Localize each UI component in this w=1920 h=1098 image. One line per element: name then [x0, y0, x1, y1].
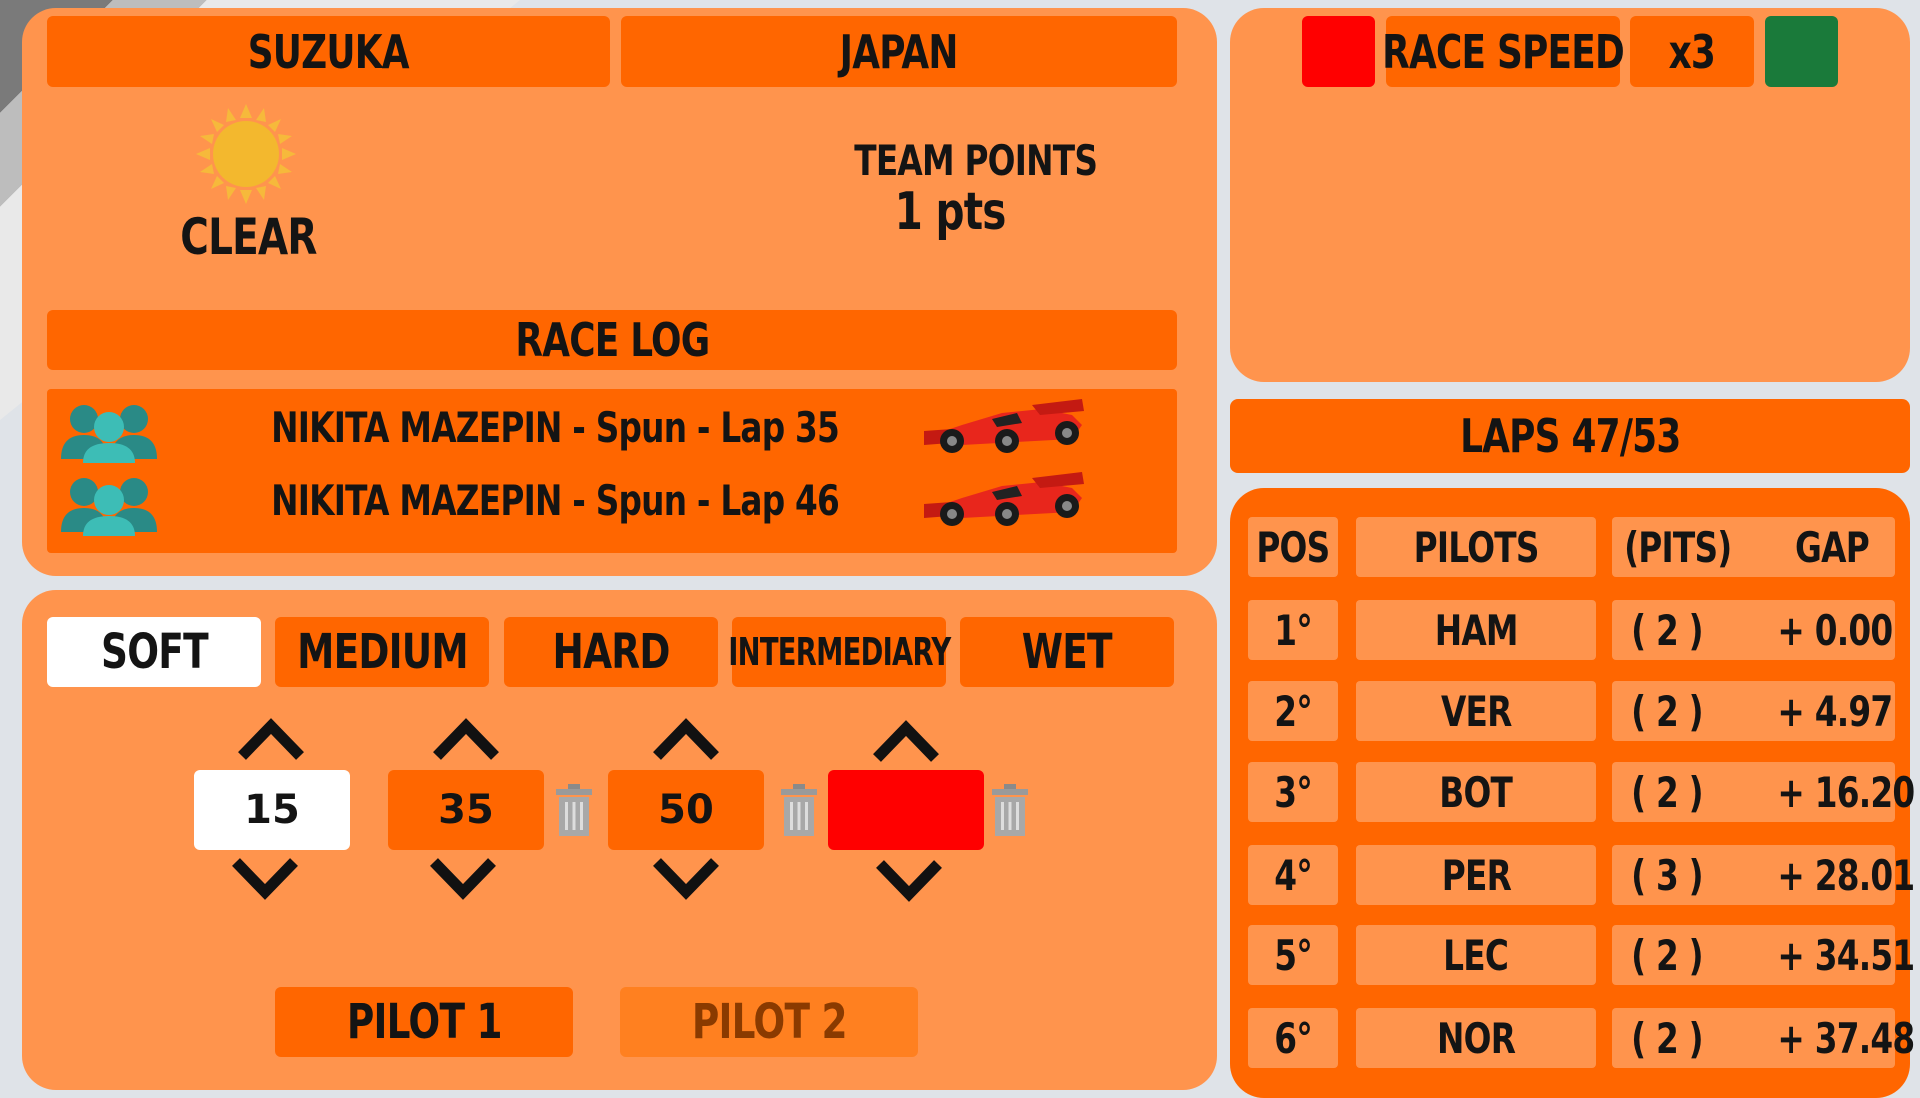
standing-gap: + 16.20	[1777, 767, 1915, 817]
stint-3-up-arrow-icon[interactable]	[651, 716, 721, 760]
standing-pos: 4°	[1248, 845, 1338, 905]
standing-pits-gap: ( 3 ) + 28.01	[1612, 845, 1915, 905]
log-entry-text: NIKITA MAZEPIN - Spun - Lap 46	[271, 476, 840, 525]
standing-pits: ( 2 )	[1631, 930, 1703, 980]
standing-pilot: NOR	[1356, 1008, 1596, 1068]
speed-increase-button[interactable]	[1765, 16, 1838, 87]
stint-2-lap-field[interactable]: 35	[388, 770, 544, 850]
pilot-1-button[interactable]: PILOT 1	[275, 987, 573, 1057]
log-entry-text: NIKITA MAZEPIN - Spun - Lap 35	[271, 403, 840, 452]
standing-gap: + 37.48	[1777, 1013, 1915, 1063]
laps-counter: LAPS 47/53	[1230, 399, 1910, 473]
col-header-pits-gap: (PITS) GAP	[1612, 517, 1895, 577]
stint-3-down-arrow-icon[interactable]	[651, 858, 721, 902]
stint-4-up-arrow-icon[interactable]	[871, 718, 941, 762]
tab-intermediary[interactable]: INTERMEDIARY	[728, 617, 951, 687]
standing-pilot: LEC	[1356, 925, 1596, 985]
tab-wet[interactable]: WET	[960, 617, 1174, 687]
standing-pits: ( 2 )	[1631, 686, 1703, 736]
speed-decrease-button[interactable]	[1302, 16, 1375, 87]
standing-gap: + 0.00	[1777, 605, 1893, 655]
standing-pilot: VER	[1356, 681, 1596, 741]
tab-hard[interactable]: HARD	[504, 617, 718, 687]
stint-4-trash-icon[interactable]	[990, 784, 1030, 836]
stint-4-down-arrow-icon[interactable]	[874, 860, 944, 904]
standing-pits: ( 3 )	[1631, 850, 1703, 900]
tab-soft[interactable]: SOFT	[47, 617, 261, 687]
standing-pits: ( 2 )	[1631, 1013, 1703, 1063]
standing-pilot: PER	[1356, 845, 1596, 905]
standing-pilot: HAM	[1356, 600, 1596, 660]
pilot-2-button[interactable]: PILOT 2	[620, 987, 918, 1057]
weather-label: CLEAR	[179, 208, 317, 266]
standing-gap: + 34.51	[1777, 930, 1915, 980]
stint-3-lap-field[interactable]: 50	[608, 770, 764, 850]
race-log-list: NIKITA MAZEPIN - Spun - Lap 35 NIKITA MA…	[47, 389, 1177, 553]
stint-3-trash-icon[interactable]	[779, 784, 819, 836]
standing-pos: 2°	[1248, 681, 1338, 741]
standing-pits-gap: ( 2 ) + 16.20	[1612, 762, 1915, 822]
race-speed-label: RACE SPEED	[1382, 16, 1625, 87]
list-item: NIKITA MAZEPIN - Spun - Lap 46	[47, 466, 1177, 538]
stint-2-trash-icon[interactable]	[554, 784, 594, 836]
race-speed-value: x3	[1630, 16, 1754, 87]
stint-1-lap-field[interactable]: 15	[194, 770, 350, 850]
standing-pos: 5°	[1248, 925, 1338, 985]
circuit-name: SUZUKA	[247, 24, 410, 79]
col-header-pos: POS	[1248, 517, 1338, 577]
f1-car-icon	[924, 472, 1084, 526]
country-name: JAPAN	[839, 24, 959, 79]
people-icon	[61, 405, 157, 463]
standing-pits-gap: ( 2 ) + 34.51	[1612, 925, 1915, 985]
standing-pits-gap: ( 2 ) + 37.48	[1612, 1008, 1915, 1068]
standing-pits: ( 2 )	[1631, 767, 1703, 817]
f1-car-icon	[924, 399, 1084, 453]
stint-2-up-arrow-icon[interactable]	[431, 716, 501, 760]
race-log-title: RACE LOG	[47, 310, 1177, 370]
standing-gap: + 28.01	[1777, 850, 1915, 900]
circuit-title: SUZUKA	[47, 16, 610, 87]
standing-pos: 3°	[1248, 762, 1338, 822]
people-icon	[61, 478, 157, 536]
country-title: JAPAN	[621, 16, 1177, 87]
list-item: NIKITA MAZEPIN - Spun - Lap 35	[47, 393, 1177, 465]
stint-1-up-arrow-icon[interactable]	[236, 716, 306, 760]
team-points-title: TEAM POINTS	[854, 136, 1098, 185]
sun-icon	[196, 104, 296, 204]
standing-pos: 1°	[1248, 600, 1338, 660]
standing-pits: ( 2 )	[1631, 605, 1703, 655]
col-header-pilots: PILOTS	[1356, 517, 1596, 577]
team-points-value: 1 pts	[894, 182, 1006, 242]
standing-pits-gap: ( 2 ) + 0.00	[1612, 600, 1895, 660]
standing-pos: 6°	[1248, 1008, 1338, 1068]
stint-4-lap-field[interactable]	[828, 770, 984, 850]
stint-2-down-arrow-icon[interactable]	[428, 858, 498, 902]
tab-medium[interactable]: MEDIUM	[275, 617, 489, 687]
standing-pilot: BOT	[1356, 762, 1596, 822]
standing-gap: + 4.97	[1777, 686, 1893, 736]
standing-pits-gap: ( 2 ) + 4.97	[1612, 681, 1895, 741]
stint-1-down-arrow-icon[interactable]	[230, 858, 300, 902]
